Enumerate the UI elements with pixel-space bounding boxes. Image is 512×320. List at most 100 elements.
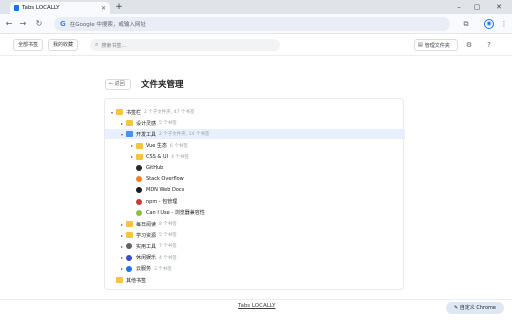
header-divider [0,55,512,56]
close-window-icon[interactable]: ✕ [492,2,506,12]
all-bookmarks-button[interactable]: 全部书签 [13,39,44,51]
menu-icon[interactable]: ⋮ [498,18,510,30]
help-icon[interactable]: ? [484,40,494,50]
folder-icon [116,277,123,283]
tree-row[interactable]: ▸ CSS & UI 4 个书签 [105,152,405,162]
folder-icon [126,232,133,239]
chevron-right-icon[interactable]: ▸ [119,233,125,238]
tree-row-label: GitHub [146,165,164,171]
manage-folders-button[interactable]: ▤ 管理文件夹 [414,39,458,51]
tools-icon [126,243,132,250]
omnibox-placeholder: 在Google 中搜索，或输入网址 [69,22,146,28]
tree-row[interactable]: 其他书签 [105,275,405,285]
close-tab-icon[interactable]: ✕ [101,5,106,12]
tree-row-label: 云服务 [136,266,152,273]
tree-row[interactable]: ▸ 实用工具 7 个书签 [105,241,405,251]
folder-icon [126,120,133,127]
github-icon [136,165,142,171]
tree-row-label: 开发工具 [136,131,157,138]
tree-row-label: 每日阅读 [136,221,157,228]
search-placeholder: 搜索书签... [101,42,127,49]
tree-row-count: 8 个书签 [159,222,177,227]
tree-row[interactable]: ▸ 云服务 3 个书签 [105,264,405,274]
tree-row[interactable]: ▾ 书签栏 2 个子文件夹, 47 个书签 [105,107,405,117]
tree-row-label: MDN Web Docs [146,187,185,194]
tree-row-count: 4 个书签 [159,255,177,261]
browser-tab[interactable]: Tabs LOCALLY ✕ [10,2,110,14]
back-label: 返回 [114,81,125,87]
maximize-icon[interactable]: ▢ [470,2,484,12]
tree-row-label: 学习资源 [136,232,157,239]
chevron-right-icon[interactable]: ▸ [119,266,125,271]
tree-row-label: CSS & UI [146,153,169,160]
search-icon: ⌕ [95,41,99,48]
chevron-right-icon[interactable]: ▸ [119,255,125,260]
back-button[interactable]: ← 返回 [105,79,131,90]
tree-row[interactable]: Can I Use - 浏览器兼容性 [105,208,405,218]
my-favorites-button[interactable]: 我的收藏 [48,39,79,51]
tree-row-count: 6 个书签 [169,143,188,149]
chevron-right-icon[interactable]: ▸ [129,154,135,159]
tree-row-count: 5 个书签 [159,121,177,127]
chevron-down-icon[interactable]: ▾ [119,132,125,137]
folder-settings-icon: ▤ [418,42,423,48]
gamepad-icon [126,254,132,261]
tree-row[interactable]: ▸ Vue 生态 6 个书签 [105,141,405,151]
back-arrow-icon[interactable]: ← [4,19,14,29]
tree-row-label: 设计灵感 [136,120,157,127]
folder-icon [126,221,133,227]
extensions-icon[interactable]: ⧉ [460,18,472,30]
folder-icon [136,153,143,160]
tree-row-label: Stack Overflow [146,176,184,183]
manage-folders-label: 管理文件夹 [424,42,450,49]
search-input[interactable]: ⌕ 搜索书签... [90,39,280,51]
tree-row-label: Can I Use - 浏览器兼容性 [146,210,205,217]
profile-avatar-icon[interactable]: ◉ [484,19,494,29]
tree-row-label: 实用工具 [136,243,157,250]
omnibox[interactable]: G 在Google 中搜索，或输入网址 [54,17,450,31]
reload-icon[interactable]: ↻ [34,19,44,29]
footer-link[interactable]: Tabs LOCALLY [238,303,275,309]
mdn-icon [136,187,142,194]
chevron-right-icon[interactable]: ▸ [119,244,125,249]
folder-icon [116,109,123,115]
tree-row-label: 书签栏 [126,109,142,116]
tab-title: Tabs LOCALLY [22,5,60,11]
google-icon: G [60,20,66,28]
page-title: 文件夹管理 [141,80,184,90]
chevron-right-icon[interactable]: ▸ [119,121,125,126]
tree-row[interactable]: GitHub [105,163,405,173]
tree-row[interactable]: ▸ 每日阅读 8 个书签 [105,219,405,229]
caniuse-icon [136,209,142,216]
tree-row-count: 5 个书签 [159,233,177,239]
tree-row-count: 7 个书签 [159,244,177,250]
settings-gear-icon[interactable]: ⚙ [464,40,474,50]
tree-row-label: Vue 生态 [146,143,167,150]
back-arrow-icon: ← [109,81,114,87]
customize-label: 自定义 Chrome [459,305,496,311]
tree-row-count: 2 个子文件夹, 47 个书签 [144,110,195,115]
minimize-icon[interactable]: – [452,2,466,12]
tree-row[interactable]: npm - 包管理 [105,197,405,207]
new-tab-button[interactable]: + [114,2,124,12]
tree-row[interactable]: ▸ 设计灵感 5 个书签 [105,118,405,128]
tree-row[interactable]: ▾ 开发工具 2 个子文件夹, 14 个书签 [105,129,405,140]
tree-row[interactable]: ▸ 休闲娱乐 4 个书签 [105,253,405,263]
chevron-right-icon[interactable]: ▸ [129,143,135,148]
chevron-down-icon[interactable]: ▾ [109,110,115,115]
npm-icon [136,198,142,205]
customize-chrome-button[interactable]: ✎ 自定义 Chrome [446,302,504,314]
tree-row[interactable]: MDN Web Docs [105,185,405,195]
tree-row-count: 2 个子文件夹, 14 个书签 [159,132,210,138]
folder-icon [136,142,143,149]
bookmark-favicon-icon [14,5,19,11]
forward-arrow-icon[interactable]: → [18,19,28,29]
tree-row[interactable]: Stack Overflow [105,174,405,184]
tree-row-count: 3 个书签 [154,266,172,272]
tree-row-count: 4 个书签 [171,154,189,160]
tree-row-label: 休闲娱乐 [136,255,157,262]
chevron-right-icon[interactable]: ▸ [119,222,125,227]
folder-tree: ▾ 书签栏 2 个子文件夹, 47 个书签 ▸ 设计灵感 5 个书签 ▾ 开发工具 2 个子文件… [104,98,405,290]
tree-row[interactable]: ▸ 学习资源 5 个书签 [105,230,405,240]
tree-row-label: npm - 包管理 [146,199,178,206]
